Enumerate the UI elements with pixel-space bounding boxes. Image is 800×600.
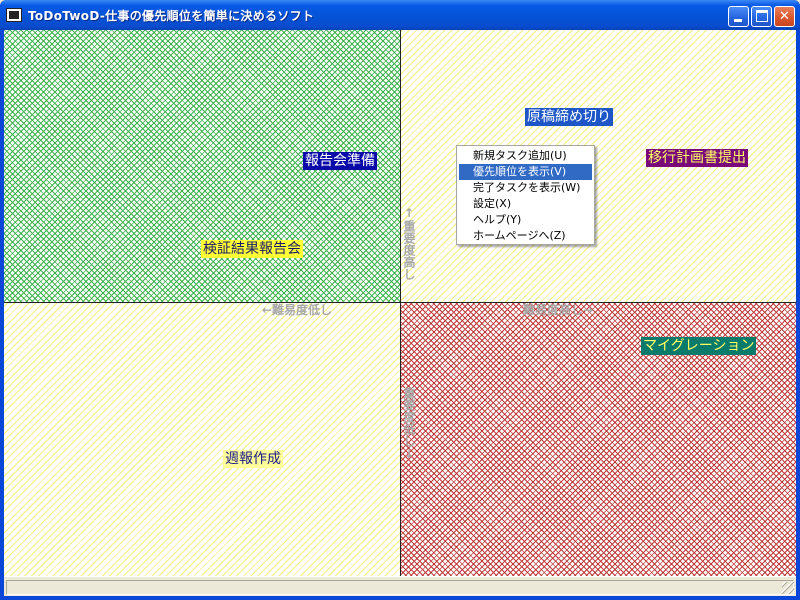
maximize-button[interactable] [751, 6, 772, 27]
title-bar[interactable]: ToDoTwoD-仕事の優先順位を簡単に決めるソフト ✕ [0, 0, 800, 30]
horizontal-divider [4, 302, 796, 303]
task-card[interactable]: 移行計画書提出 [646, 149, 748, 167]
window-title: ToDoTwoD-仕事の優先順位を簡単に決めるソフト [28, 9, 315, 23]
axis-ease-high: 難易度高し→ [523, 303, 594, 317]
status-bar [4, 576, 796, 596]
status-panel [6, 580, 794, 595]
minimize-icon [734, 19, 742, 22]
axis-importance-low: 重要度低し↓ [402, 387, 416, 461]
application-window: ToDoTwoD-仕事の優先順位を簡単に決めるソフト ✕ ↑重要度高し 重要度低… [0, 0, 800, 600]
priority-matrix[interactable]: ↑重要度高し 重要度低し↓ ←難易度低し 難易度高し→ 報告会準備 検証結果報告… [4, 30, 796, 576]
minimize-button[interactable] [728, 6, 749, 27]
menu-item-show-completed[interactable]: 完了タスクを表示(W) [459, 180, 592, 196]
quadrant-unimportant-easy[interactable] [4, 302, 400, 576]
vertical-divider [400, 30, 401, 576]
resize-grip-icon[interactable] [782, 582, 794, 594]
task-card[interactable]: 報告会準備 [303, 152, 377, 170]
close-icon: ✕ [779, 9, 790, 24]
menu-item-homepage[interactable]: ホームページへ(Z) [459, 228, 592, 244]
menu-item-help[interactable]: ヘルプ(Y) [459, 212, 592, 228]
close-button[interactable]: ✕ [774, 6, 795, 27]
menu-item-settings[interactable]: 設定(X) [459, 196, 592, 212]
task-card[interactable]: 週報作成 [223, 450, 283, 468]
menu-item-new-task[interactable]: 新規タスク追加(U) [459, 148, 592, 164]
task-card[interactable]: マイグレーション [641, 337, 757, 355]
axis-ease-low: ←難易度低し [262, 303, 333, 317]
context-menu: 新規タスク追加(U) 優先順位を表示(V) 完了タスクを表示(W) 設定(X) … [456, 145, 595, 245]
menu-item-show-priority[interactable]: 優先順位を表示(V) [459, 164, 592, 180]
task-card[interactable]: 原稿締め切り [525, 108, 613, 126]
app-icon[interactable] [6, 8, 22, 22]
task-card[interactable]: 検証結果報告会 [201, 240, 303, 258]
axis-importance-high: ↑重要度高し [402, 206, 416, 280]
maximize-icon [756, 10, 768, 22]
